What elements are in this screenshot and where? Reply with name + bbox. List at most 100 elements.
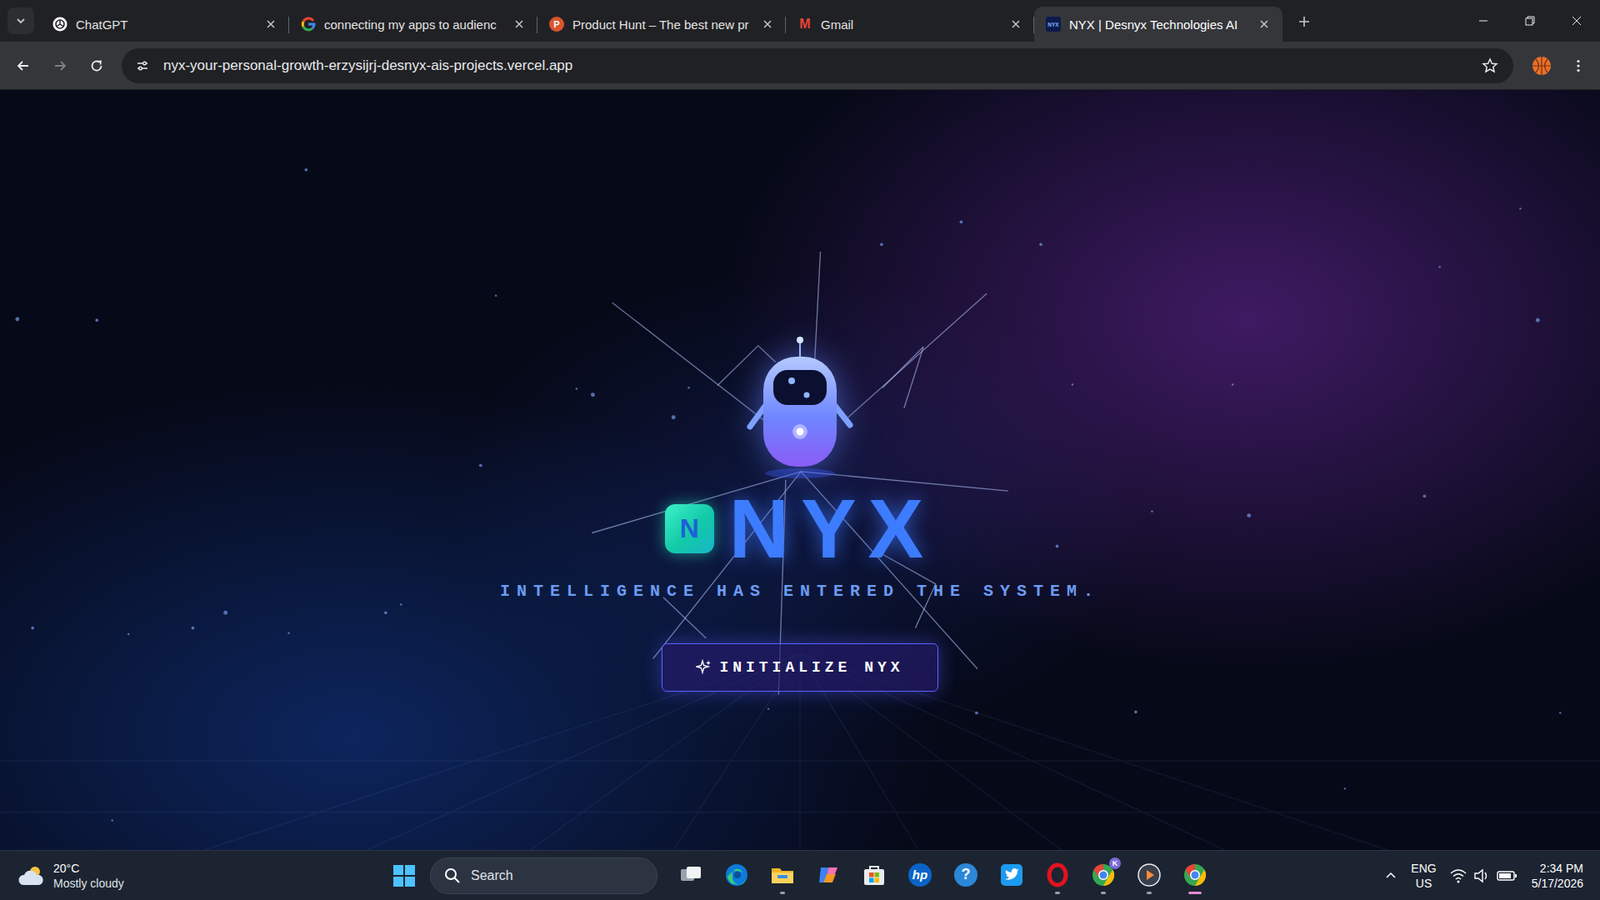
taskbar-app[interactable] [715, 852, 758, 900]
chevron-down-icon [15, 15, 27, 27]
chrome-icon [1182, 862, 1208, 888]
date: 5/17/2026 [1531, 875, 1584, 891]
profile-button[interactable] [1525, 49, 1559, 83]
close-icon[interactable] [262, 15, 280, 33]
restore-icon [1525, 15, 1535, 26]
taskbar: 20°CMostly cloudy Search hp? K ENGUS 2:34 PM5… [0, 850, 1600, 900]
taskbar-app[interactable] [990, 852, 1033, 900]
tab-search-button[interactable] [7, 7, 35, 35]
tab-label: ChatGPT [75, 17, 255, 32]
browser-tab[interactable]: connecting my apps to audienc [289, 6, 538, 42]
favicon [300, 16, 316, 32]
taskbar-app[interactable] [670, 852, 712, 900]
windows-logo-icon [392, 864, 416, 888]
close-icon[interactable] [759, 15, 776, 33]
kebab-menu-icon [1570, 58, 1586, 74]
close-icon[interactable] [510, 15, 528, 33]
robot-mascot-icon [733, 333, 867, 484]
taskbar-app[interactable] [761, 852, 804, 900]
taskbar-app[interactable] [1174, 852, 1216, 900]
initialize-button[interactable]: INITIALIZE NYX [661, 643, 939, 692]
language: ENG [1410, 860, 1436, 876]
close-icon[interactable] [1255, 15, 1273, 33]
taskbar-app[interactable]: K [1082, 852, 1125, 900]
star-icon[interactable] [1481, 57, 1499, 75]
hp-icon: hp [908, 863, 932, 887]
favicon: M [797, 16, 813, 32]
nyx-icon: NYX [1045, 16, 1061, 32]
new-tab-button[interactable] [1289, 6, 1320, 37]
taskbar-app[interactable]: ? [945, 852, 987, 900]
browser-toolbar: nyx-your-personal-growth-erzysijrj-desny… [0, 41, 1600, 90]
tab-list: ChatGPT connecting my apps to audienc P Pro… [40, 0, 1460, 42]
tab-label: connecting my apps to audienc [324, 17, 503, 32]
favicon: P [549, 16, 565, 32]
chatgpt-icon [52, 16, 68, 32]
twitter-bird-icon [999, 862, 1025, 888]
taskbar-app[interactable]: hp [899, 852, 941, 900]
close-window-button[interactable] [1553, 0, 1600, 42]
hero-section: NNYXINTELLIGENCE HAS ENTERED THE SYSTEM.… [0, 90, 1600, 692]
app-icon-frame [678, 862, 704, 888]
running-indicator [1188, 891, 1202, 895]
chevron-up-icon[interactable] [1384, 869, 1398, 883]
wifi-icon [1450, 868, 1467, 884]
taskbar-app[interactable] [807, 852, 850, 900]
time: 2:34 PM [1540, 860, 1584, 876]
favicon: NYX [1045, 16, 1061, 32]
plus-icon [1297, 15, 1311, 29]
profile-avatar-icon [1531, 55, 1552, 76]
reload-button[interactable] [80, 49, 114, 83]
language-indicator[interactable]: ENGUS [1410, 860, 1436, 891]
temperature: 20°C [53, 860, 125, 876]
minimize-button[interactable] [1460, 0, 1507, 42]
browser-tab[interactable]: ChatGPT [40, 6, 290, 42]
favicon [52, 16, 68, 32]
site-info-icon[interactable] [135, 58, 150, 74]
weather-condition: Mostly cloudy [53, 875, 125, 891]
desktop-screen: ChatGPT connecting my apps to audienc P Pro… [0, 0, 1600, 900]
taskbar-apps: Search hp? K [384, 852, 1216, 900]
close-icon[interactable] [1007, 15, 1025, 33]
window-controls [1460, 0, 1600, 42]
gmail-icon: M [799, 16, 810, 32]
nyx-logo-icon: N [665, 504, 715, 554]
taskbar-app[interactable] [1128, 852, 1170, 900]
taskbar-search[interactable]: Search [430, 857, 658, 895]
weather-text: 20°CMostly cloudy [53, 860, 125, 891]
forward-button[interactable] [43, 49, 77, 83]
running-indicator [1055, 891, 1060, 895]
running-indicator [1100, 891, 1106, 895]
tab-label: Gmail [820, 17, 1000, 32]
taskbar-app[interactable] [853, 852, 895, 900]
title-text: NYX [729, 485, 936, 572]
menu-button[interactable] [1561, 49, 1595, 83]
browser-tab[interactable]: P Product Hunt – The best new pr [537, 6, 786, 42]
start-button[interactable] [384, 855, 425, 896]
media-player-icon [1136, 862, 1162, 888]
button-label: INITIALIZE NYX [719, 659, 904, 676]
app-icon-frame: ? [953, 862, 979, 888]
address-bar[interactable]: nyx-your-personal-growth-erzysijrj-desny… [121, 48, 1514, 84]
search-placeholder: Search [470, 868, 514, 884]
minimize-icon [1478, 15, 1489, 26]
app-icon-frame [861, 862, 887, 888]
browser-tab[interactable]: M Gmail [785, 6, 1035, 42]
browser-tab[interactable]: NYXNYX | Desnyx Technologies AI [1034, 6, 1283, 42]
tab-strip: ChatGPT connecting my apps to audienc P Pro… [0, 0, 1600, 42]
back-button[interactable] [6, 49, 40, 83]
brand-title: N NYX [665, 485, 936, 572]
weather-widget[interactable]: 20°CMostly cloudy [0, 860, 385, 891]
profile-badge: K [1109, 857, 1121, 870]
opera-icon [1045, 862, 1070, 888]
task-view-icon [678, 862, 704, 888]
restore-button[interactable] [1506, 0, 1554, 42]
taskbar-app[interactable] [1036, 852, 1079, 900]
tab-label: Product Hunt – The best new pr [572, 17, 751, 32]
clock[interactable]: 2:34 PM5/17/2026 [1531, 860, 1584, 891]
status-icons[interactable] [1450, 868, 1519, 884]
web-page: NNYXINTELLIGENCE HAS ENTERED THE SYSTEM.… [0, 90, 1600, 850]
volume-icon [1473, 868, 1490, 884]
running-indicator [780, 891, 785, 895]
app-icon-frame [1045, 862, 1070, 888]
